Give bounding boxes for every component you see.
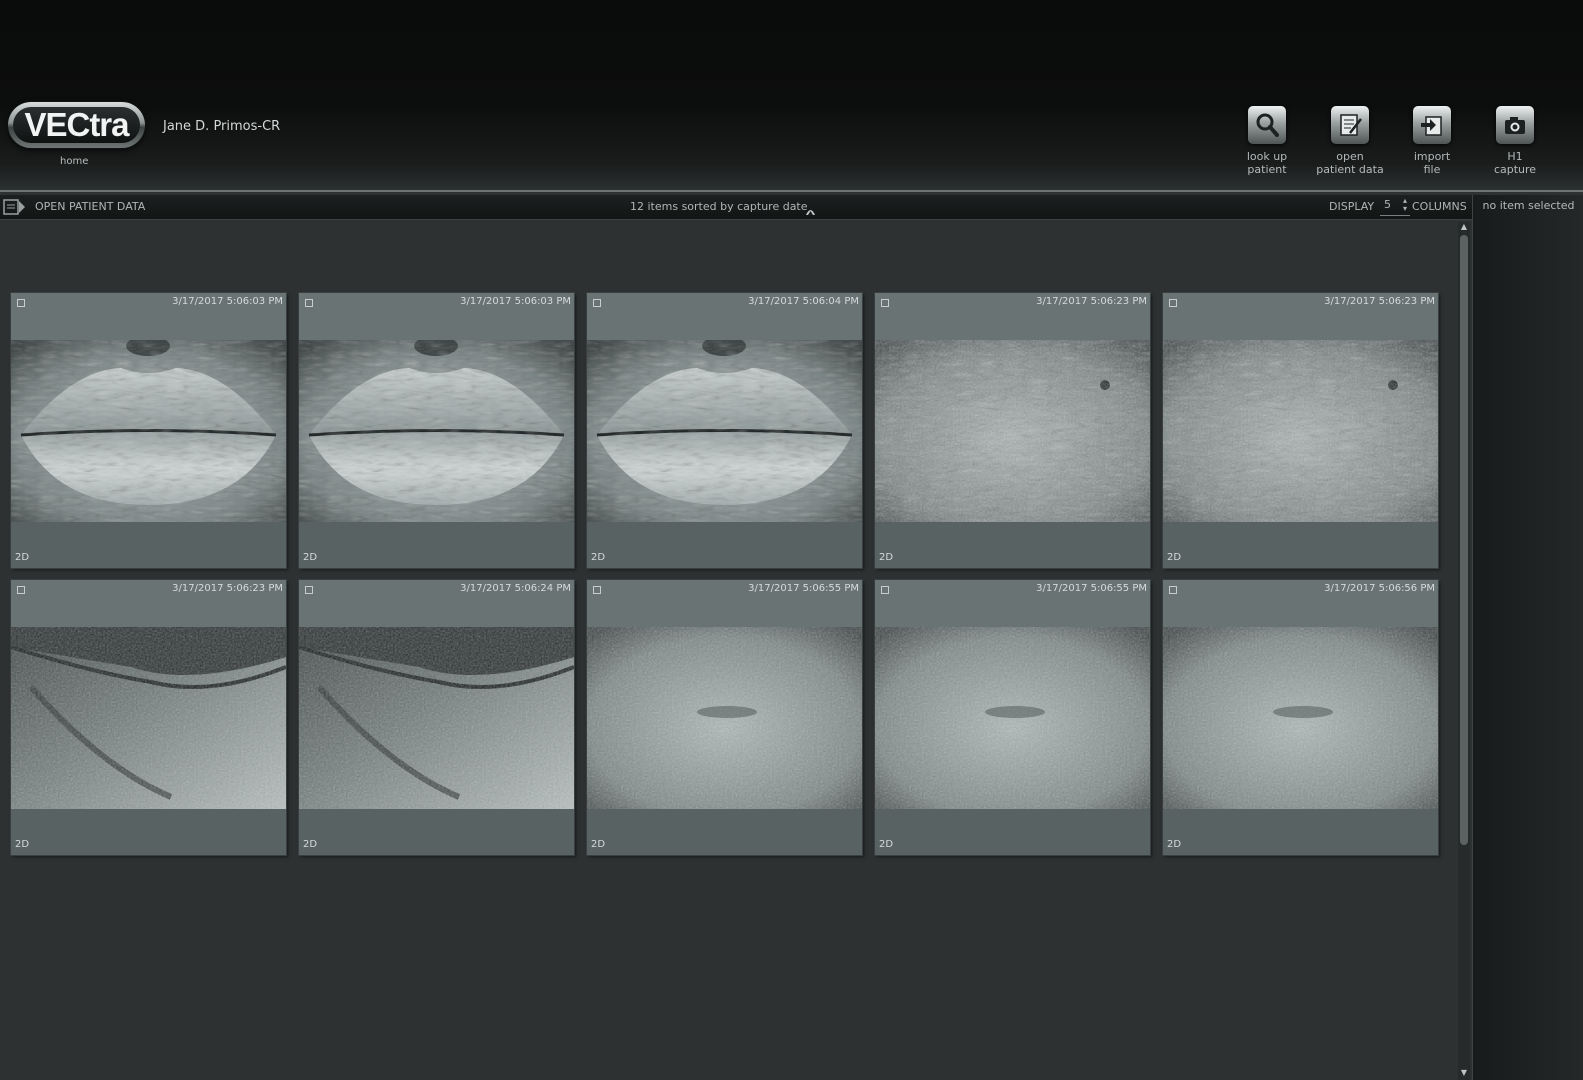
capture-date: 3/17/2017 5:06:03 PM (172, 296, 283, 307)
sort-status: 12 items sorted by capture date (630, 200, 808, 213)
tool-label-line2: patient data (1316, 163, 1384, 176)
select-checkbox[interactable] (17, 586, 25, 594)
vectra-logo-home-button[interactable]: VECtra (8, 102, 145, 148)
open-panel-icon[interactable] (2, 198, 26, 216)
capture-date: 3/17/2017 5:06:03 PM (460, 296, 571, 307)
thumbnail-card[interactable]: 3/17/2017 5:06:56 PM 2D (1163, 580, 1438, 855)
thumbnail-card[interactable]: 3/17/2017 5:06:55 PM 2D (875, 580, 1150, 855)
camera-icon (1496, 106, 1534, 144)
scroll-thumb[interactable] (1460, 235, 1468, 845)
open-patient-data-label[interactable]: OPEN PATIENT DATA (35, 195, 145, 219)
capture-date: 3/17/2017 5:06:23 PM (1324, 296, 1435, 307)
thumbnail-card[interactable]: 3/17/2017 5:06:03 PM 2D (11, 293, 286, 568)
scroll-down-arrow-icon[interactable]: ▼ (1458, 1068, 1470, 1078)
capture-date: 3/17/2017 5:06:24 PM (460, 583, 571, 594)
notepad-icon (1331, 106, 1369, 144)
columns-stepper[interactable]: 5 ▴ ▾ (1380, 195, 1410, 216)
tool-label-line1: H1 (1507, 150, 1523, 163)
display-label: DISPLAY (1329, 200, 1375, 213)
card-header: 3/17/2017 5:06:56 PM (1163, 580, 1438, 627)
tool-label-line2: capture (1493, 163, 1537, 176)
thumbnail-image[interactable] (875, 627, 1150, 809)
stepper-arrows-icon[interactable]: ▴ ▾ (1403, 197, 1407, 213)
tool-label-line1: import (1413, 150, 1451, 163)
thumbnail-card[interactable]: 3/17/2017 5:06:23 PM 2D (875, 293, 1150, 568)
select-checkbox[interactable] (593, 586, 601, 594)
tool-label-line1: open (1336, 150, 1364, 163)
thumbnail-grid: 3/17/2017 5:06:03 PM 2D 3/17/2017 5:06:03 … (11, 293, 1451, 855)
thumbnail-card[interactable]: 3/17/2017 5:06:04 PM 2D (587, 293, 862, 568)
open-patient-data-button[interactable]: open patient data (1310, 106, 1390, 176)
card-header: 3/17/2017 5:06:24 PM (299, 580, 574, 627)
select-checkbox[interactable] (305, 586, 313, 594)
image-type-label: 2D (1167, 839, 1182, 850)
thumbnail-image[interactable] (1163, 340, 1438, 522)
look-up-patient-button[interactable]: look up patient (1227, 106, 1307, 176)
thumbnail-image[interactable] (1163, 627, 1438, 809)
select-checkbox[interactable] (1169, 586, 1177, 594)
thumbnail-image[interactable] (587, 627, 862, 809)
card-header: 3/17/2017 5:06:55 PM (875, 580, 1150, 627)
image-type-label: 2D (591, 552, 606, 563)
thumbnail-image[interactable] (587, 340, 862, 522)
thumbnail-image[interactable] (299, 627, 574, 809)
logo-text: VECtra (13, 107, 140, 143)
tool-label-line2: file (1423, 163, 1441, 176)
capture-date: 3/17/2017 5:06:55 PM (748, 583, 859, 594)
card-header: 3/17/2017 5:06:03 PM (11, 293, 286, 340)
capture-date: 3/17/2017 5:06:04 PM (748, 296, 859, 307)
columns-label: COLUMNS (1412, 200, 1467, 213)
home-label: home (60, 156, 89, 167)
thumbnail-image[interactable] (11, 627, 286, 809)
thumbnail-card[interactable]: 3/17/2017 5:06:55 PM 2D (587, 580, 862, 855)
header-divider (0, 190, 1583, 192)
thumbnail-card[interactable]: 3/17/2017 5:06:24 PM 2D (299, 580, 574, 855)
image-type-label: 2D (303, 552, 318, 563)
thumbnail-image[interactable] (299, 340, 574, 522)
app-header: VECtra home Jane D. Primos-CR look up pa… (0, 0, 1583, 192)
image-type-label: 2D (879, 552, 894, 563)
card-header: 3/17/2017 5:06:23 PM (1163, 293, 1438, 340)
selection-status: no item selected (1482, 199, 1575, 212)
tool-label-line2: patient (1247, 163, 1287, 176)
thumbnail-image[interactable] (11, 340, 286, 522)
scroll-up-arrow-icon[interactable]: ▲ (1458, 222, 1470, 232)
h1-capture-button[interactable]: H1 capture (1475, 106, 1555, 176)
capture-date: 3/17/2017 5:06:23 PM (1036, 296, 1147, 307)
capture-date: 3/17/2017 5:06:23 PM (172, 583, 283, 594)
select-checkbox[interactable] (881, 299, 889, 307)
image-type-label: 2D (1167, 552, 1182, 563)
sort-direction-icon[interactable] (805, 202, 816, 215)
thumbnail-image[interactable] (875, 340, 1150, 522)
view-toolbar: OPEN PATIENT DATA 12 items sorted by cap… (0, 195, 1583, 220)
select-checkbox[interactable] (593, 299, 601, 307)
thumbnail-card[interactable]: 3/17/2017 5:06:03 PM 2D (299, 293, 574, 568)
image-type-label: 2D (15, 839, 30, 850)
select-checkbox[interactable] (17, 299, 25, 307)
image-type-label: 2D (303, 839, 318, 850)
tool-label-line1: look up (1246, 150, 1288, 163)
card-header: 3/17/2017 5:06:23 PM (11, 580, 286, 627)
thumbnail-card[interactable]: 3/17/2017 5:06:23 PM 2D (11, 580, 286, 855)
select-checkbox[interactable] (1169, 299, 1177, 307)
image-type-label: 2D (591, 839, 606, 850)
card-header: 3/17/2017 5:06:55 PM (587, 580, 862, 627)
import-icon (1413, 106, 1451, 144)
capture-date: 3/17/2017 5:06:55 PM (1036, 583, 1147, 594)
patient-name: Jane D. Primos-CR (163, 119, 281, 134)
magnifier-icon (1248, 106, 1286, 144)
image-type-label: 2D (15, 552, 30, 563)
select-checkbox[interactable] (881, 586, 889, 594)
columns-value: 5 (1384, 198, 1391, 211)
thumbnail-card[interactable]: 3/17/2017 5:06:23 PM 2D (1163, 293, 1438, 568)
select-checkbox[interactable] (305, 299, 313, 307)
card-header: 3/17/2017 5:06:03 PM (299, 293, 574, 340)
image-type-label: 2D (879, 839, 894, 850)
vertical-scrollbar[interactable]: ▲ ▼ (1458, 222, 1470, 1080)
card-header: 3/17/2017 5:06:04 PM (587, 293, 862, 340)
capture-date: 3/17/2017 5:06:56 PM (1324, 583, 1435, 594)
detail-panel: no item selected (1472, 195, 1583, 1080)
import-file-button[interactable]: import file (1392, 106, 1472, 176)
card-header: 3/17/2017 5:06:23 PM (875, 293, 1150, 340)
